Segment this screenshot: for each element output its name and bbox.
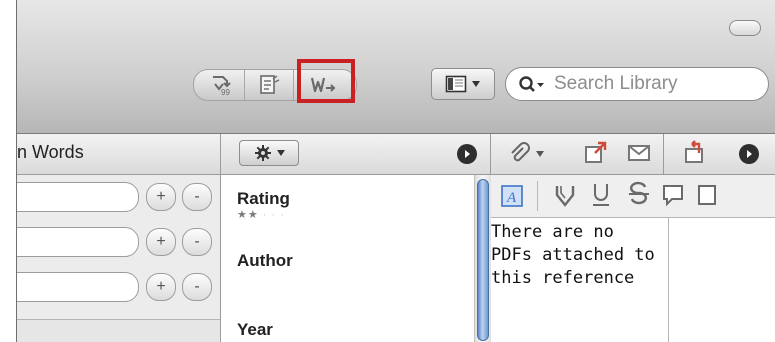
convert-citations-button[interactable]: 99 <box>200 70 245 100</box>
star-dot-icon[interactable]: · <box>272 209 281 221</box>
no-pdf-line: There are no <box>491 222 614 242</box>
open-external-icon[interactable] <box>583 140 609 166</box>
search-input[interactable] <box>552 72 756 96</box>
view-layout-button[interactable] <box>431 68 495 100</box>
star-dot-icon[interactable]: · <box>280 209 285 221</box>
annotation-toolbar: A <box>491 175 775 218</box>
paperclip-icon[interactable] <box>507 142 531 166</box>
search-library-field[interactable] <box>505 67 769 101</box>
underline-icon[interactable] <box>591 181 611 209</box>
column-header-bar <box>17 134 775 175</box>
remove-field-button[interactable]: - <box>182 228 212 256</box>
strikethrough-icon[interactable] <box>628 181 650 209</box>
rating-stars[interactable]: ★★ · · · <box>237 208 285 221</box>
scrollbar-thumb[interactable] <box>477 179 489 341</box>
star-icon[interactable]: ★ <box>237 209 248 221</box>
search-field[interactable] <box>17 182 139 212</box>
search-fields-panel: + - + - + - <box>17 175 220 342</box>
search-field[interactable] <box>17 272 139 302</box>
add-field-button[interactable]: + <box>146 273 176 301</box>
sidebar-layout-icon <box>445 75 467 93</box>
insert-notes-button[interactable] <box>245 70 294 100</box>
details-scrollbar[interactable] <box>474 175 491 342</box>
highlighter-icon[interactable] <box>553 183 577 209</box>
add-field-button[interactable]: + <box>146 228 176 256</box>
no-pdf-line: this reference <box>491 268 635 288</box>
svg-text:A: A <box>506 190 517 206</box>
rectangle-annotation-icon[interactable] <box>697 183 717 207</box>
results-header <box>17 319 220 342</box>
comment-icon[interactable] <box>661 183 685 207</box>
chevron-down-icon[interactable] <box>535 150 545 158</box>
next-panel-arrow-icon[interactable] <box>739 144 759 164</box>
no-pdf-message: There are no PDFs attached to this refer… <box>491 221 667 290</box>
chevron-down-icon <box>276 150 285 156</box>
star-dot-icon[interactable]: · <box>259 209 272 221</box>
svg-text:99: 99 <box>221 88 230 97</box>
pdf-pane-divider[interactable] <box>668 218 669 342</box>
chevron-down-icon <box>472 81 480 87</box>
reference-convert-icon: 99 <box>213 76 231 97</box>
remove-field-button[interactable]: - <box>182 183 212 211</box>
highlight-box <box>297 59 355 103</box>
text-annotation-icon[interactable]: A <box>500 184 524 208</box>
gear-icon <box>254 145 271 161</box>
search-field[interactable] <box>17 227 139 257</box>
rating-label: Rating <box>237 189 290 208</box>
star-icon[interactable]: ★ <box>248 209 259 221</box>
no-pdf-line: PDFs attached to <box>491 245 655 265</box>
mail-icon[interactable] <box>627 143 651 163</box>
share-icon[interactable] <box>682 140 708 166</box>
toolbar: 99 <box>17 0 775 134</box>
next-pane-arrow-icon[interactable] <box>457 144 477 164</box>
author-label: Author <box>237 251 293 270</box>
words-column-header[interactable]: n Words <box>17 142 84 163</box>
search-icon[interactable] <box>518 75 546 93</box>
remove-field-button[interactable]: - <box>182 273 212 301</box>
header-divider <box>663 134 664 174</box>
document-notes-icon <box>260 75 280 94</box>
toolbar-separator <box>537 181 538 211</box>
reference-details-panel: Rating ★★ · · · Author Year <box>221 175 474 342</box>
gear-menu-button[interactable] <box>239 140 299 166</box>
toolbar-toggle-button[interactable] <box>729 20 761 36</box>
year-label: Year <box>237 320 273 339</box>
add-field-button[interactable]: + <box>146 183 176 211</box>
app-window: 99 Search Library n Words + - + - + - Ra… <box>16 0 775 342</box>
pdf-panel: A There are no PDFs attached to this ref… <box>491 175 775 342</box>
